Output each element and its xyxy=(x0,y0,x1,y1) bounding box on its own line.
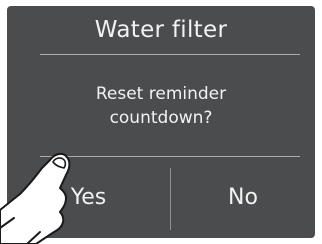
yes-button[interactable]: Yes xyxy=(7,157,170,238)
dialog-message: Reset reminder countdown? xyxy=(7,82,315,130)
device-frame: Water filter Reset reminder countdown? Y… xyxy=(0,0,322,244)
no-button[interactable]: No xyxy=(171,157,315,238)
dialog-title: Water filter xyxy=(94,17,228,43)
message-line-1: Reset reminder xyxy=(95,84,227,104)
message-line-2: countdown? xyxy=(109,108,213,128)
title-divider xyxy=(40,54,300,55)
filter-reset-dialog: Water filter Reset reminder countdown? Y… xyxy=(7,6,315,238)
